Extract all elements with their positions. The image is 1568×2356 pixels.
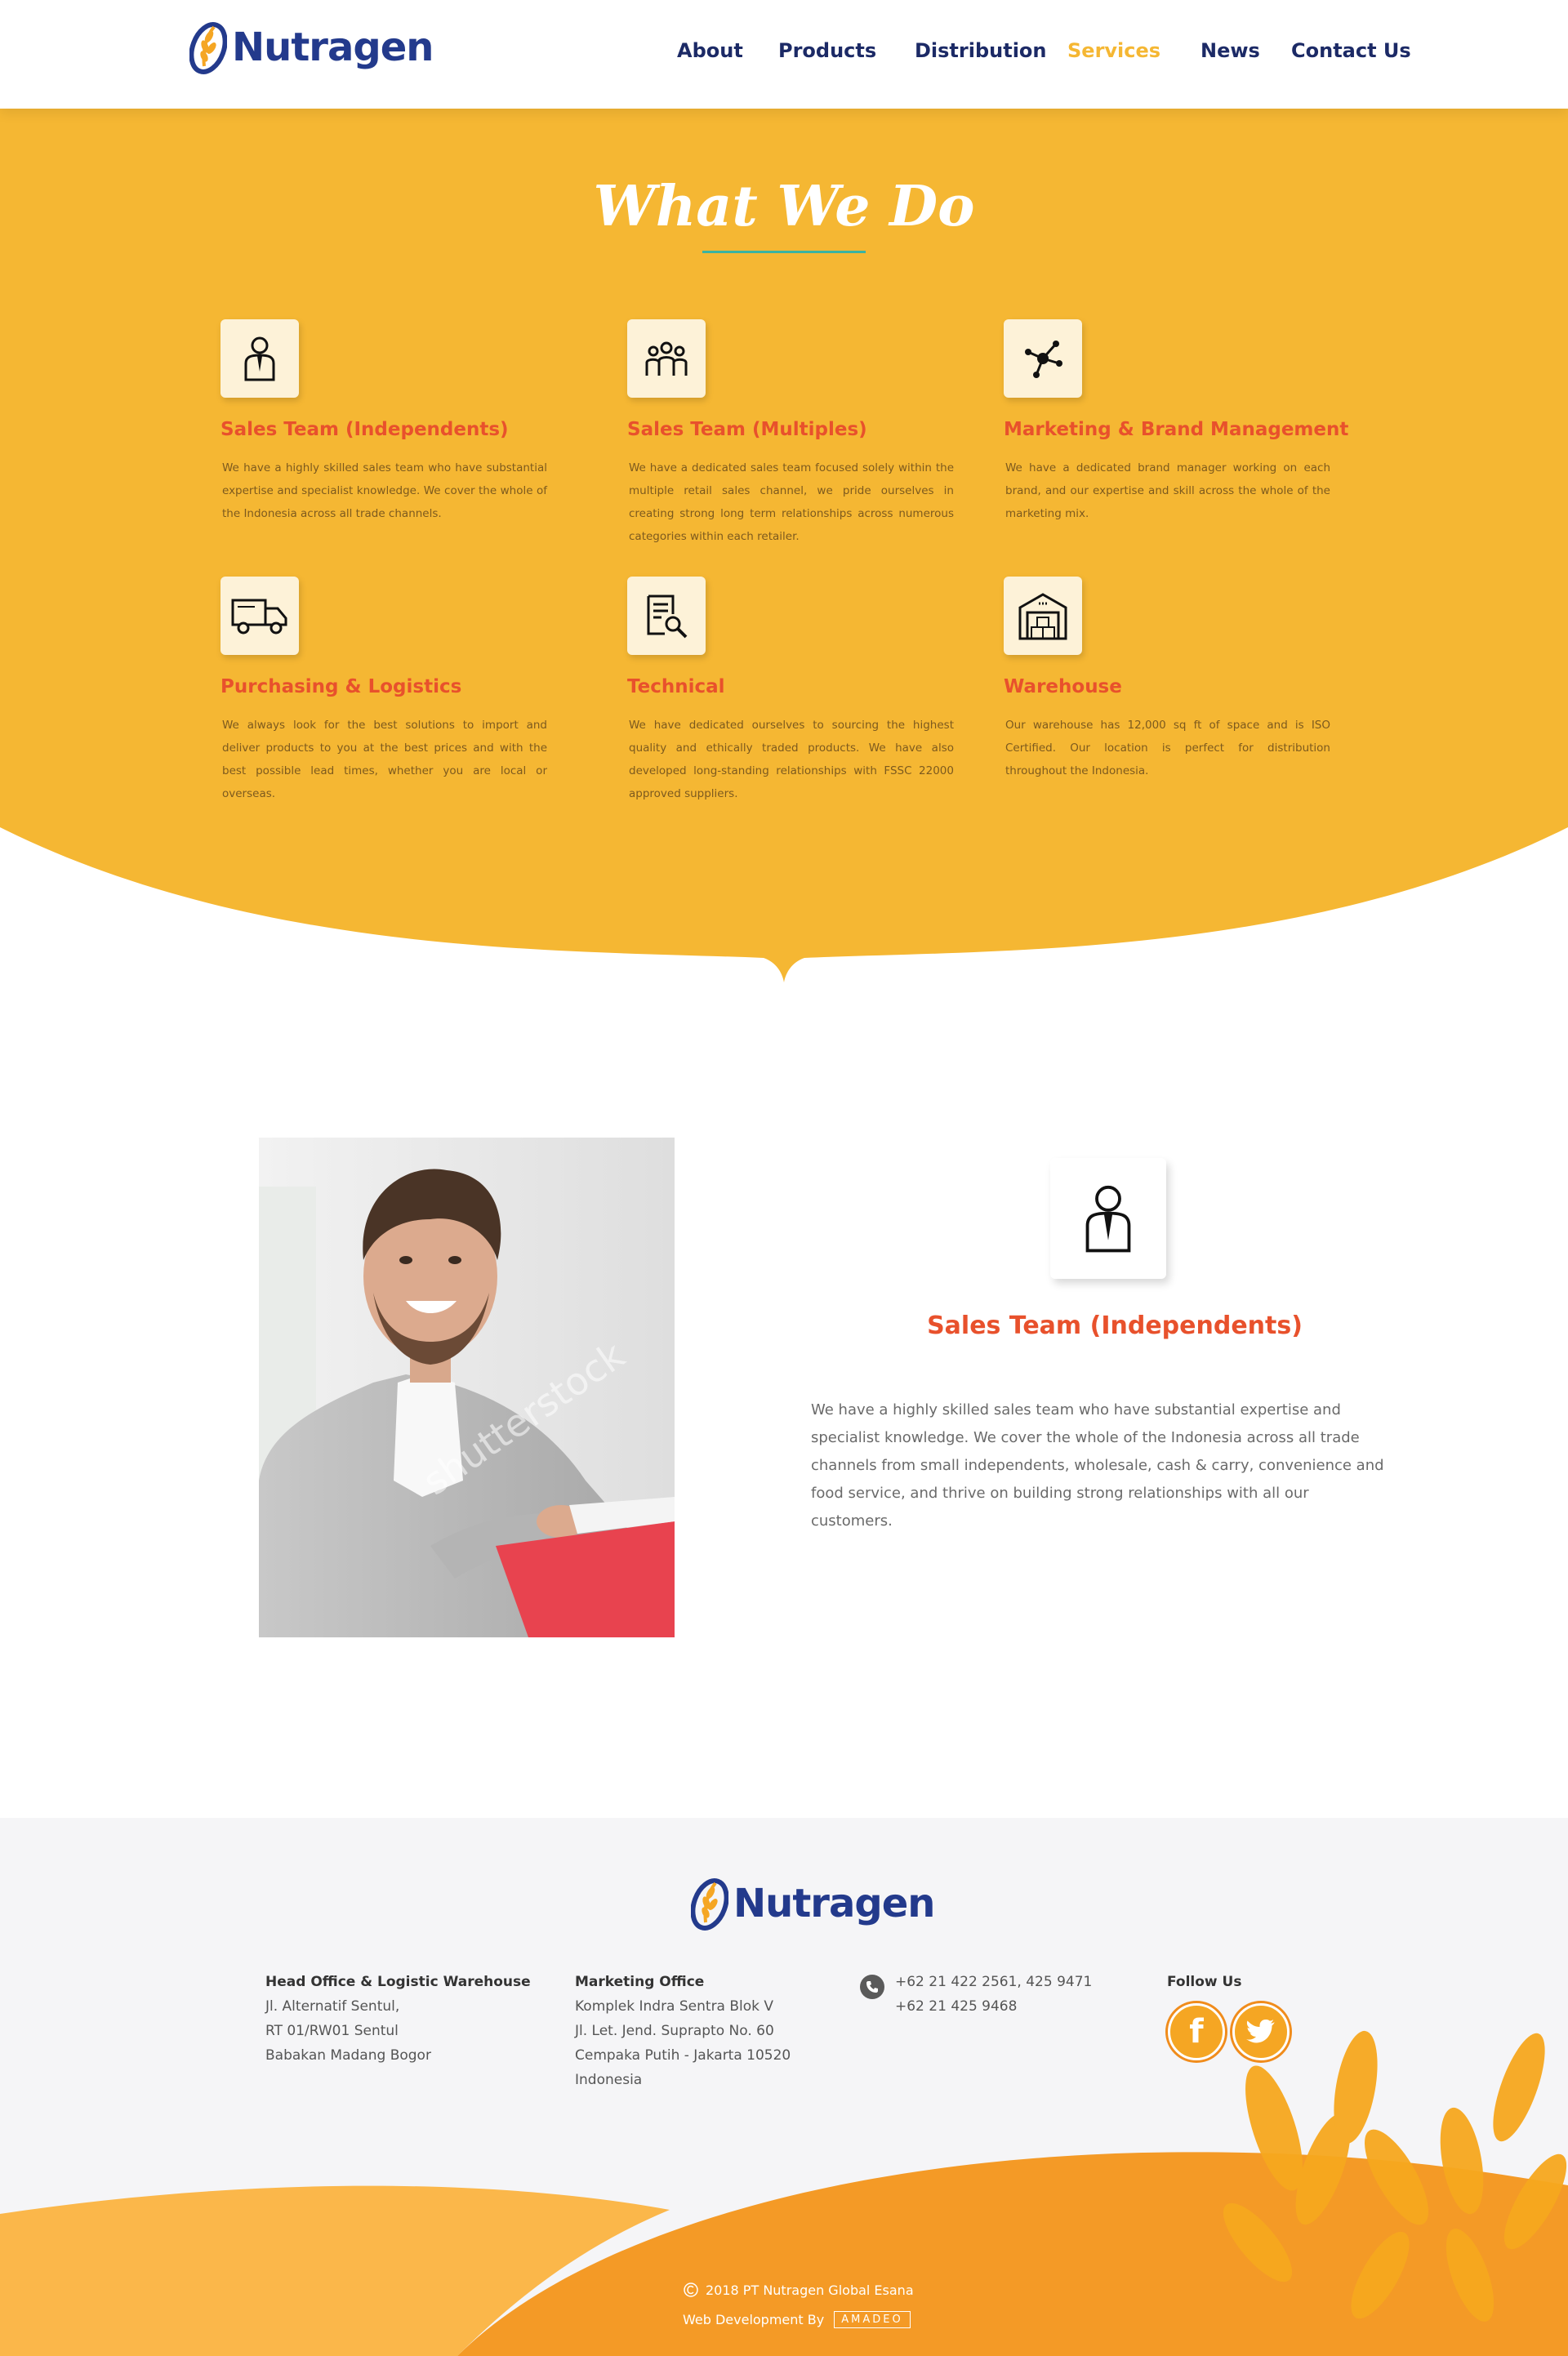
- address-line: Jl. Alternatif Sentul,: [265, 1998, 400, 2015]
- detail-title: Sales Team (Independents): [927, 1312, 1303, 1340]
- detail-businessman-icon: [1050, 1158, 1166, 1279]
- network-icon: [1004, 319, 1082, 398]
- detail-description: We have a highly skilled sales team who …: [811, 1401, 1384, 1530]
- salesman-photo: shutterstock: [259, 1138, 675, 1637]
- title-underline: [702, 251, 866, 253]
- orange-wave-background: [0, 109, 1568, 982]
- service-card-technical[interactable]: Technical We have dedicated ourselves to…: [627, 577, 954, 805]
- head-office-heading: Head Office & Logistic Warehouse: [265, 1974, 531, 1990]
- service-title: Purchasing & Logistics: [220, 676, 462, 697]
- nav-news[interactable]: News: [1200, 39, 1260, 62]
- service-desc: We have a dedicated brand manager workin…: [1005, 461, 1330, 520]
- site-footer: Nutragen Head Office & Logistic Warehous…: [0, 1818, 1568, 2356]
- web-development-credit: Web Development By AMADEO: [683, 2311, 911, 2328]
- address-line: Cempaka Putih - Jakarta 10520: [575, 2047, 791, 2064]
- amadeo-logo[interactable]: AMADEO: [834, 2311, 911, 2328]
- copyright-icon: [684, 2283, 698, 2297]
- service-desc: We have dedicated ourselves to sourcing …: [629, 719, 954, 800]
- service-title: Marketing & Brand Management: [1004, 419, 1349, 440]
- service-card-sales-independents[interactable]: Sales Team (Independents) We have a high…: [220, 319, 547, 525]
- section-title: What We Do: [593, 174, 975, 239]
- nav-services[interactable]: Services: [1067, 39, 1160, 62]
- head-office-address: Head Office & Logistic Warehouse Jl. Alt…: [265, 1970, 531, 2068]
- logo-wordmark: Nutragen: [733, 1881, 935, 1926]
- wheat-logo-icon: [691, 1878, 728, 1931]
- site-logo[interactable]: Nutragen: [189, 16, 434, 78]
- service-title: Sales Team (Multiples): [627, 419, 867, 440]
- phone-number[interactable]: +62 21 425 9468: [895, 1994, 1092, 2019]
- service-desc: Our warehouse has 12,000 sq ft of space …: [1005, 719, 1330, 777]
- footer-logo[interactable]: Nutragen: [691, 1875, 935, 1932]
- nav-products[interactable]: Products: [778, 39, 876, 62]
- service-card-sales-multiples[interactable]: Sales Team (Multiples) We have a dedicat…: [627, 319, 954, 548]
- copyright: 2018 PT Nutragen Global Esana: [683, 2282, 914, 2298]
- service-card-marketing[interactable]: Marketing & Brand Management We have a d…: [1004, 319, 1349, 525]
- what-we-do-section: What We Do Sales Team (Independents) We …: [0, 109, 1568, 999]
- address-line: Indonesia: [575, 2072, 643, 2088]
- address-line: Jl. Let. Jend. Suprapto No. 60: [575, 2023, 774, 2039]
- document-search-icon: [627, 577, 706, 655]
- service-title: Technical: [627, 676, 725, 697]
- address-line: Komplek Indra Sentra Blok V: [575, 1998, 774, 2015]
- marketing-office-heading: Marketing Office: [575, 1974, 705, 1990]
- site-header: Nutragen About Products Distribution Ser…: [0, 0, 1568, 109]
- copyright-text: 2018 PT Nutragen Global Esana: [706, 2282, 914, 2298]
- nav-distribution[interactable]: Distribution: [915, 39, 1047, 62]
- nav-about[interactable]: About: [677, 39, 743, 62]
- team-icon: [627, 319, 706, 398]
- phone-numbers: +62 21 422 2561, 425 9471 +62 21 425 946…: [895, 1970, 1092, 2019]
- service-title: Warehouse: [1004, 676, 1122, 697]
- warehouse-icon: [1004, 577, 1082, 655]
- nav-contact-us[interactable]: Contact Us: [1291, 39, 1411, 62]
- logo-wordmark: Nutragen: [232, 24, 434, 70]
- service-desc: We have a highly skilled sales team who …: [222, 461, 547, 520]
- service-desc: We have a dedicated sales team focused s…: [629, 461, 954, 543]
- service-card-warehouse[interactable]: Warehouse Our warehouse has 12,000 sq ft…: [1004, 577, 1330, 782]
- phone-icon: [860, 1975, 884, 1999]
- twitter-icon[interactable]: [1232, 2003, 1290, 2060]
- service-desc: We always look for the best solutions to…: [222, 719, 547, 800]
- wheat-logo-icon: [189, 22, 227, 74]
- webdev-label: Web Development By: [683, 2312, 825, 2327]
- businessman-icon: [220, 319, 299, 398]
- phone-number[interactable]: +62 21 422 2561, 425 9471: [895, 1970, 1092, 1994]
- address-line: Babakan Madang Bogor: [265, 2047, 431, 2064]
- follow-us: Follow Us: [1167, 1970, 1241, 1994]
- service-card-purchasing-logistics[interactable]: Purchasing & Logistics We always look fo…: [220, 577, 547, 805]
- facebook-icon[interactable]: f: [1168, 2003, 1225, 2060]
- truck-icon: [220, 577, 299, 655]
- service-title: Sales Team (Independents): [220, 419, 509, 440]
- marketing-office-address: Marketing Office Komplek Indra Sentra Bl…: [575, 1970, 791, 2092]
- follow-us-heading: Follow Us: [1167, 1974, 1242, 1990]
- address-line: RT 01/RW01 Sentul: [265, 2023, 399, 2039]
